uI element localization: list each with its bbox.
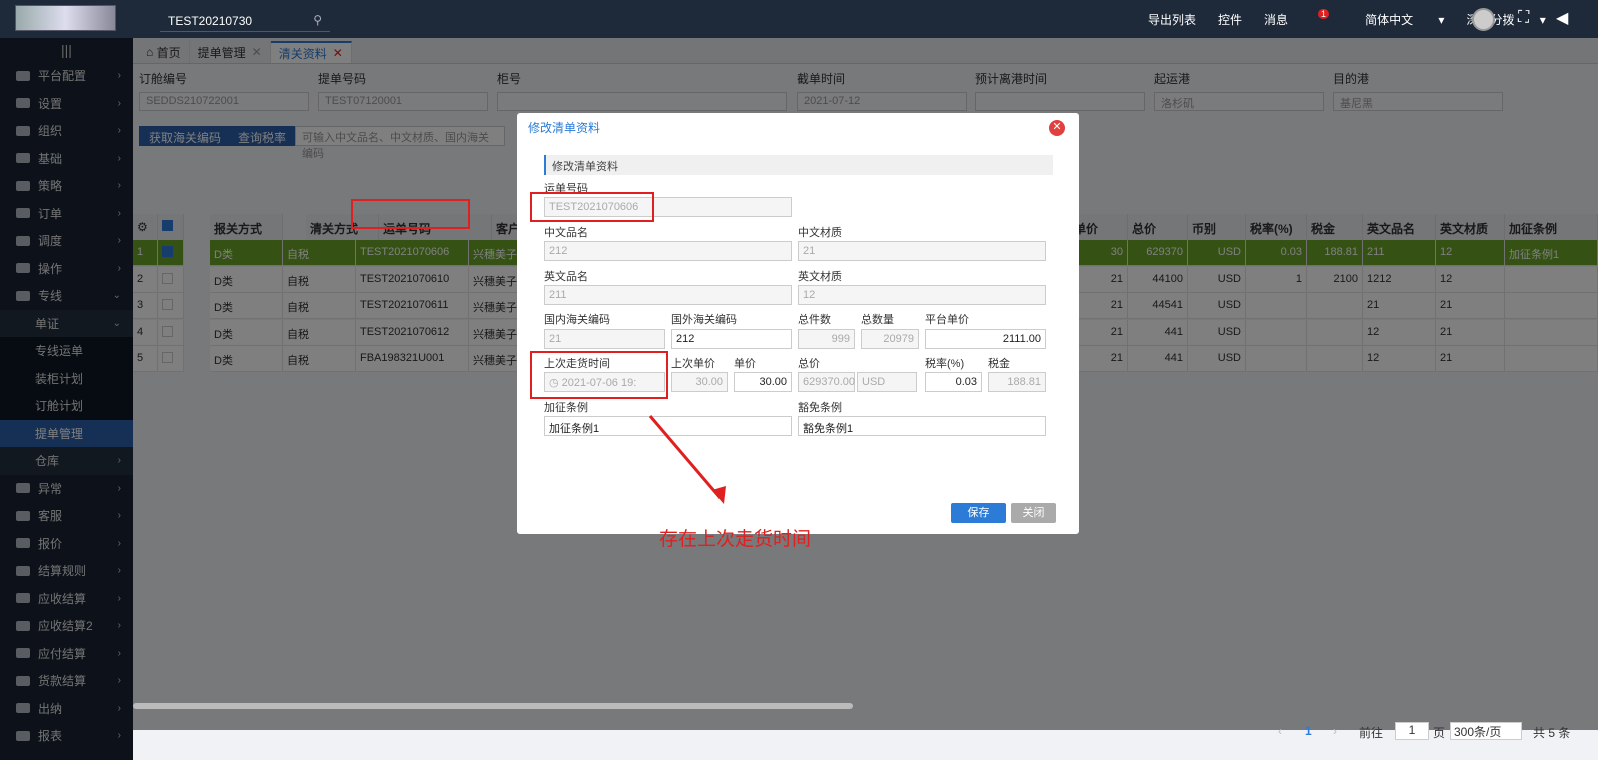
edit-dialog: 修改清单资料 ✕ 修改清单资料 运单号码 TEST2021070606 中文品名…: [517, 113, 1079, 534]
platform-price-label: 平台单价: [925, 314, 969, 326]
last-price-field[interactable]: 30.00: [671, 372, 728, 392]
exemption-rule-label: 豁免条例: [798, 402, 842, 414]
additional-rule-label: 加征条例: [544, 402, 588, 414]
foreign-code-field[interactable]: 212: [671, 329, 792, 349]
cn-name-label: 中文品名: [544, 227, 588, 239]
total-price-field[interactable]: 629370.00: [798, 372, 855, 392]
messages-link[interactable]: 消息 1: [1264, 8, 1343, 28]
goto-input[interactable]: 1: [1395, 722, 1429, 740]
foreign-code-label: 国外海关编码: [671, 314, 737, 326]
page-number[interactable]: 1: [1305, 724, 1312, 738]
tax-field[interactable]: 188.81: [988, 372, 1046, 392]
cn-name-field[interactable]: 212: [544, 241, 792, 261]
messages-label: 消息: [1264, 12, 1289, 27]
avatar[interactable]: [1472, 8, 1495, 31]
horizontal-scrollbar[interactable]: [133, 703, 853, 709]
tax-rate-label: 税率(%): [925, 358, 965, 370]
pieces-label: 总件数: [798, 314, 831, 326]
pieces-field[interactable]: 999: [798, 329, 855, 349]
annotation-text: 存在上次走货时间: [659, 529, 812, 550]
next-page-icon[interactable]: ›: [1333, 724, 1337, 738]
search-input[interactable]: TEST20210730 ⚲: [160, 10, 330, 32]
prev-page-icon[interactable]: ‹: [1278, 724, 1282, 738]
cn-material-label: 中文材质: [798, 227, 842, 239]
domestic-code-label: 国内海关编码: [544, 314, 610, 326]
tax-rate-field[interactable]: 0.03: [925, 372, 982, 392]
save-button[interactable]: 保存: [951, 503, 1006, 523]
close-icon[interactable]: ✕: [1049, 120, 1065, 136]
highlight-box: [530, 192, 654, 222]
close-button[interactable]: 关闭: [1011, 503, 1056, 523]
platform-price-field[interactable]: 2111.00: [925, 329, 1046, 349]
en-material-field[interactable]: 12: [798, 285, 1046, 305]
total-price-label: 总价: [798, 358, 820, 370]
search-icon[interactable]: ⚲: [313, 13, 322, 27]
dialog-title: 修改清单资料: [528, 121, 601, 135]
language-label: 简体中文: [1365, 12, 1414, 27]
quantity-label: 总数量: [861, 314, 894, 326]
control-link[interactable]: 控件: [1218, 11, 1242, 28]
price-field[interactable]: 30.00: [734, 372, 792, 392]
en-name-field[interactable]: 211: [544, 285, 792, 305]
search-value: TEST20210730: [168, 14, 253, 28]
logo: [15, 5, 116, 31]
per-page-select[interactable]: 300条/页: [1450, 722, 1522, 740]
pagination: ‹ 1 › 前往 1 页 300条/页 共 5 条: [133, 722, 1598, 760]
total-count: 共 5 条: [1533, 726, 1571, 740]
export-list-link[interactable]: 导出列表: [1148, 11, 1196, 28]
annotation-arrow: [648, 415, 726, 504]
quantity-field[interactable]: 20979: [861, 329, 919, 349]
fullscreen-icon[interactable]: ⛶: [1518, 9, 1529, 27]
en-name-label: 英文品名: [544, 271, 588, 283]
domestic-code-field[interactable]: 21: [544, 329, 665, 349]
message-badge: 1: [1318, 8, 1330, 19]
language-dropdown[interactable]: 简体中文 ▾: [1365, 11, 1444, 28]
en-material-label: 英文材质: [798, 271, 842, 283]
cn-material-field[interactable]: 21: [798, 241, 1046, 261]
section-header: 修改清单资料: [544, 155, 1053, 175]
tax-label: 税金: [988, 358, 1010, 370]
top-bar: TEST20210730⚲ 导出列表 控件 消息1 简体中文 ▾ 深圳分拨 ▾ …: [0, 0, 1598, 38]
price-label: 单价: [734, 358, 756, 370]
exemption-rule-field[interactable]: 豁免条例1: [798, 416, 1046, 436]
highlight-box: [530, 351, 668, 399]
last-price-label: 上次单价: [671, 358, 715, 370]
highlight-box: [351, 199, 470, 229]
collapse-icon[interactable]: ◀: [1556, 8, 1568, 28]
currency-field[interactable]: USD: [857, 372, 917, 392]
goto-label: 前往: [1359, 726, 1384, 740]
page-unit: 页: [1433, 726, 1446, 740]
